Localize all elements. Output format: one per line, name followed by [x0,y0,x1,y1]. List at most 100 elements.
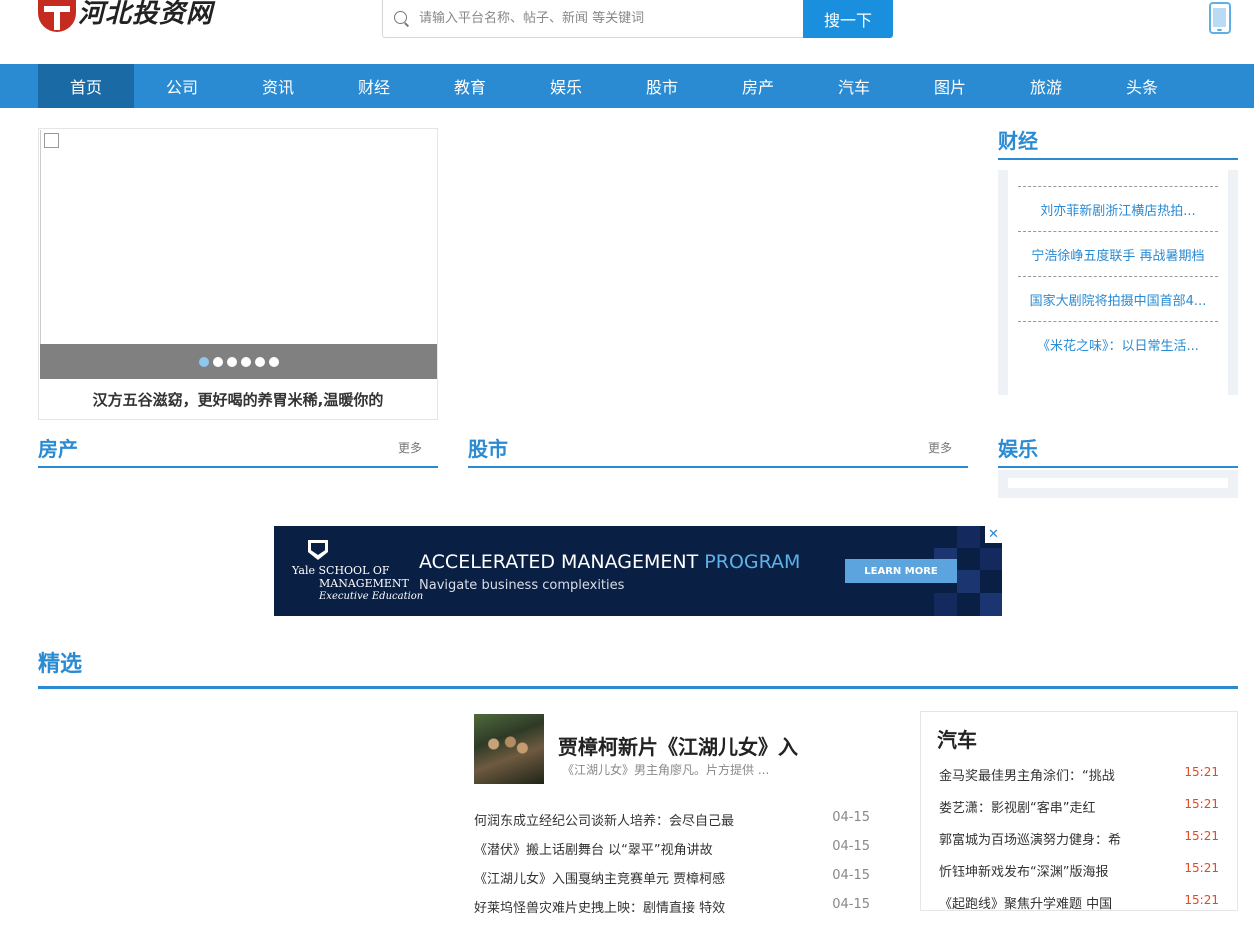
news-row[interactable]: 何润东成立经纪公司谈新人培养：会尽自己最 04-15 [474,810,870,839]
nav-item[interactable]: 股市 [614,64,710,108]
logo-mark-icon [38,0,76,32]
stock-section-header: 股市 更多 [468,430,968,468]
realestate-section-header: 房产 更多 [38,430,438,468]
realestate-more-link[interactable]: 更多 [398,439,422,456]
nav-item[interactable]: 房产 [710,64,806,108]
search-icon [393,10,411,28]
stock-section-title[interactable]: 股市 [468,433,508,462]
slider-dots [40,344,437,379]
entertainment-panel [998,470,1238,498]
nav-item[interactable]: 汽车 [806,64,902,108]
ad-school-line2: MANAGEMENT [319,577,409,590]
auto-news-title[interactable]: 娄艺潇：影视剧“客串”走红 [939,797,1095,816]
news-date: 04-15 [832,897,870,912]
auto-news-title[interactable]: 郭富城为百场巡演努力健身：希 [939,829,1121,848]
finance-panel: 刘亦菲新剧浙江横店热拍... 宁浩徐峥五度联手 再战暑期档 国家大剧院将拍摄中国首部… [998,170,1238,395]
news-title[interactable]: 《江湖儿女》入围戛纳主竞赛单元 贾樟柯感 [474,868,725,887]
ad-pattern-square [980,548,1002,570]
nav-item[interactable]: 公司 [134,64,230,108]
ad-pattern-square [980,593,1002,616]
auto-news-time: 15:21 [1184,893,1219,907]
search-box [382,0,804,38]
slider-dot[interactable] [254,356,265,367]
news-date: 04-15 [832,868,870,883]
auto-news-row[interactable]: 郭富城为百场巡演努力健身：希 15:21 [939,829,1219,861]
news-title[interactable]: 好莱坞怪兽灾难片史拽上映：剧情直接 特效 [474,897,725,916]
ad-headline-highlight: PROGRAM [704,551,801,573]
auto-section-title[interactable]: 汽车 [937,724,977,753]
auto-news-row[interactable]: 《起跑线》聚焦升学难题 中国 15:21 [939,893,1219,925]
auto-panel: 汽车 金马奖最佳男主角涂们：“挑战 15:21 娄艺潇：影视剧“客串”走红 15:21… [920,711,1238,912]
news-date: 04-15 [832,810,870,825]
site-logo[interactable]: 河北投资网 [38,0,213,34]
finance-section-title[interactable]: 财经 [998,125,1038,154]
auto-news-row[interactable]: 忻钰坤新戏发布“深渊”版海报 15:21 [939,861,1219,893]
nav-item[interactable]: 头条 [1094,64,1190,108]
yale-crest-icon [308,540,328,560]
finance-section-header: 财经 [998,122,1238,160]
ad-learn-more-button[interactable]: LEARN MORE [845,559,957,583]
ad-pattern-square [957,526,980,548]
news-row[interactable]: 《江湖儿女》入围戛纳主竞赛单元 贾樟柯感 04-15 [474,868,870,897]
featured-section-title[interactable]: 精选 [38,646,82,678]
auto-news-time: 15:21 [1184,829,1219,843]
featured-headline[interactable]: 贾樟柯新片《江湖儿女》入 [558,731,798,760]
main-nav: 首页 公司 资讯 财经 教育 娱乐 股市 房产 汽车 图片 旅游 头条 [0,64,1254,108]
news-date: 04-15 [832,839,870,854]
nav-item[interactable]: 资讯 [230,64,326,108]
finance-news-item[interactable]: 宁浩徐峥五度联手 再战暑期档 [1018,231,1218,276]
auto-news-title[interactable]: 金马奖最佳男主角涂们：“挑战 [939,765,1115,784]
featured-summary: 《江湖儿女》男主角廖凡。片方提供 ... [562,763,770,777]
finance-news-item[interactable]: 刘亦菲新剧浙江横店热拍... [1018,186,1218,231]
finance-news-item[interactable]: 国家大剧院将拍摄中国首部4... [1018,276,1218,321]
slider-dot[interactable] [240,356,251,367]
featured-section-header: 精选 [38,646,1238,689]
ad-headline: ACCELERATED MANAGEMENT PROGRAM [419,551,800,573]
nav-item[interactable]: 旅游 [998,64,1094,108]
auto-news-time: 15:21 [1184,797,1219,811]
finance-list: 刘亦菲新剧浙江横店热拍... 宁浩徐峥五度联手 再战暑期档 国家大剧院将拍摄中国首部… [1008,170,1228,395]
image-slider[interactable]: 汉方五谷滋窈，更好喝的养胃米稀,温暖你的 [38,128,438,420]
news-title[interactable]: 何润东成立经纪公司谈新人培养：会尽自己最 [474,810,734,829]
ad-school-name: Yale SCHOOL OF MANAGEMENT Executive Educ… [292,564,423,603]
nav-item[interactable]: 图片 [902,64,998,108]
entertainment-section-header: 娱乐 [998,430,1238,468]
ad-banner[interactable]: Yale SCHOOL OF MANAGEMENT Executive Educ… [274,526,1002,616]
auto-news-title[interactable]: 《起跑线》聚焦升学难题 中国 [939,893,1112,912]
slider-dot[interactable] [226,356,237,367]
entertainment-section-title[interactable]: 娱乐 [998,433,1038,462]
nav-item[interactable]: 首页 [38,64,134,108]
news-row[interactable]: 好莱坞怪兽灾难片史拽上映：剧情直接 特效 04-15 [474,897,870,926]
ad-pattern-square [934,593,957,616]
slider-dot[interactable] [198,356,209,367]
ad-school-line1: Yale SCHOOL OF [292,564,390,577]
slider-dot[interactable] [268,356,279,367]
realestate-section-title[interactable]: 房产 [38,433,78,462]
entertainment-list [1008,478,1228,488]
news-title[interactable]: 《潜伏》搬上话剧舞台 以“翠平”视角讲故 [474,839,713,858]
ad-close-icon[interactable]: ✕ [985,526,1002,543]
search-button[interactable]: 搜一下 [803,0,893,38]
nav-item[interactable]: 财经 [326,64,422,108]
broken-image-icon [44,133,59,148]
search-input[interactable] [417,1,797,36]
ad-subline: Navigate business complexities [419,578,625,593]
news-row[interactable]: 《潜伏》搬上话剧舞台 以“翠平”视角讲故 04-15 [474,839,870,868]
ad-school-line3: Executive Education [319,591,424,602]
finance-news-item[interactable]: 《米花之味》：以日常生活... [1018,321,1218,366]
slider-image[interactable] [40,130,437,344]
mobile-phone-icon[interactable] [1209,2,1231,34]
auto-news-title[interactable]: 忻钰坤新戏发布“深渊”版海报 [939,861,1108,880]
ad-pattern-square [957,570,980,593]
auto-news-row[interactable]: 金马奖最佳男主角涂们：“挑战 15:21 [939,765,1219,797]
auto-news-time: 15:21 [1184,765,1219,779]
auto-news-time: 15:21 [1184,861,1219,875]
slider-caption[interactable]: 汉方五谷滋窈，更好喝的养胃米稀,温暖你的 [39,379,437,419]
featured-thumbnail[interactable] [474,714,544,784]
slider-dot[interactable] [212,356,223,367]
nav-item[interactable]: 教育 [422,64,518,108]
stock-more-link[interactable]: 更多 [928,439,952,456]
auto-news-row[interactable]: 娄艺潇：影视剧“客串”走红 15:21 [939,797,1219,829]
logo-text: 河北投资网 [78,0,214,29]
nav-item[interactable]: 娱乐 [518,64,614,108]
